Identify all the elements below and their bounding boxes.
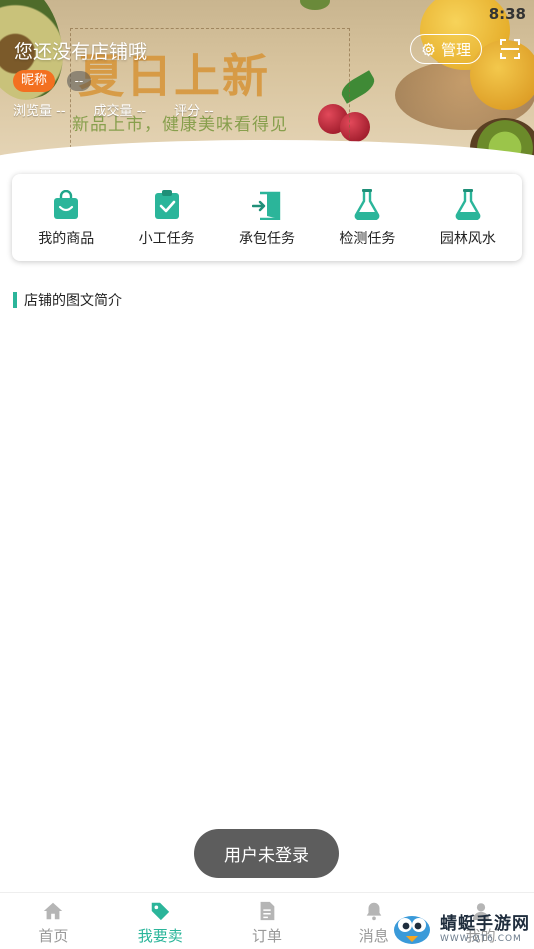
action-label: 园林风水 — [439, 231, 496, 247]
clipboard-check-icon — [154, 190, 179, 219]
document-icon — [260, 901, 275, 921]
fruit-image — [300, 0, 330, 10]
manage-button[interactable]: 管理 — [410, 34, 482, 64]
action-label: 检测任务 — [339, 231, 396, 247]
door-enter-icon — [252, 191, 281, 220]
manage-label: 管理 — [440, 40, 471, 59]
flask-icon — [455, 189, 481, 220]
nickname-badge: 昵称 — [13, 70, 56, 92]
nav-label: 首页 — [38, 927, 69, 945]
shop-banner: 夏日上新 新品上市，健康美味看得见 8:38 您还没有店铺哦 昵称 -- 浏览量… — [0, 0, 534, 170]
heading-accent-bar — [13, 292, 17, 308]
gear-icon — [422, 42, 435, 56]
action-label: 小工任务 — [138, 231, 195, 247]
intro-section-heading: 店铺的图文简介 — [13, 290, 122, 310]
action-label: 我的商品 — [38, 231, 95, 247]
action-garden-fengshui[interactable]: 园林风水 — [418, 174, 518, 261]
bell-icon — [366, 902, 382, 921]
stat-value: -- — [56, 104, 66, 119]
nav-label: 订单 — [251, 927, 282, 945]
action-contract-tasks[interactable]: 承包任务 — [217, 174, 317, 261]
action-card: 我的商品 小工任务 承包任务 检测任务 园林风水 — [12, 174, 522, 261]
watermark-name: 蜻蜓手游网 — [440, 913, 530, 934]
stat-deals: 成交量 -- — [94, 100, 147, 119]
nav-label: 我要卖 — [137, 927, 183, 945]
status-time: 8:38 — [488, 5, 526, 23]
watermark-url: WWW.QT6.COM — [440, 933, 522, 944]
shopping-bag-icon — [54, 190, 79, 219]
nav-item-sell[interactable]: 我要卖 — [107, 893, 214, 949]
toast-message: 用户未登录 — [194, 829, 339, 878]
stat-value: -- — [204, 104, 214, 119]
flask-icon — [355, 189, 380, 220]
action-my-products[interactable]: 我的商品 — [16, 174, 116, 261]
site-watermark: 蜻蜓手游网 WWW.QT6.COM — [388, 906, 530, 946]
nav-item-home[interactable]: 首页 — [0, 893, 107, 949]
shop-stats: 浏览量 -- 成交量 -- 评分 -- — [13, 100, 242, 119]
action-inspection-tasks[interactable]: 检测任务 — [317, 174, 417, 261]
dragonfly-logo-icon — [394, 916, 430, 944]
stat-label: 评分 — [174, 104, 201, 119]
stat-value: -- — [136, 104, 147, 119]
nav-item-orders[interactable]: 订单 — [214, 893, 321, 949]
nav-label: 消息 — [358, 927, 389, 945]
shop-title: 您还没有店铺哦 — [14, 41, 148, 63]
stat-rating: 评分 -- — [174, 100, 214, 119]
scan-icon[interactable] — [498, 37, 522, 61]
tag-icon — [151, 902, 170, 921]
home-icon — [44, 902, 63, 920]
stat-label: 成交量 — [93, 104, 133, 119]
action-label: 承包任务 — [239, 231, 296, 247]
nickname-value: -- — [67, 71, 91, 91]
stat-label: 浏览量 — [13, 104, 53, 119]
action-worker-tasks[interactable]: 小工任务 — [116, 174, 216, 261]
intro-heading-text: 店铺的图文简介 — [24, 293, 122, 309]
stat-views: 浏览量 -- — [13, 100, 66, 119]
